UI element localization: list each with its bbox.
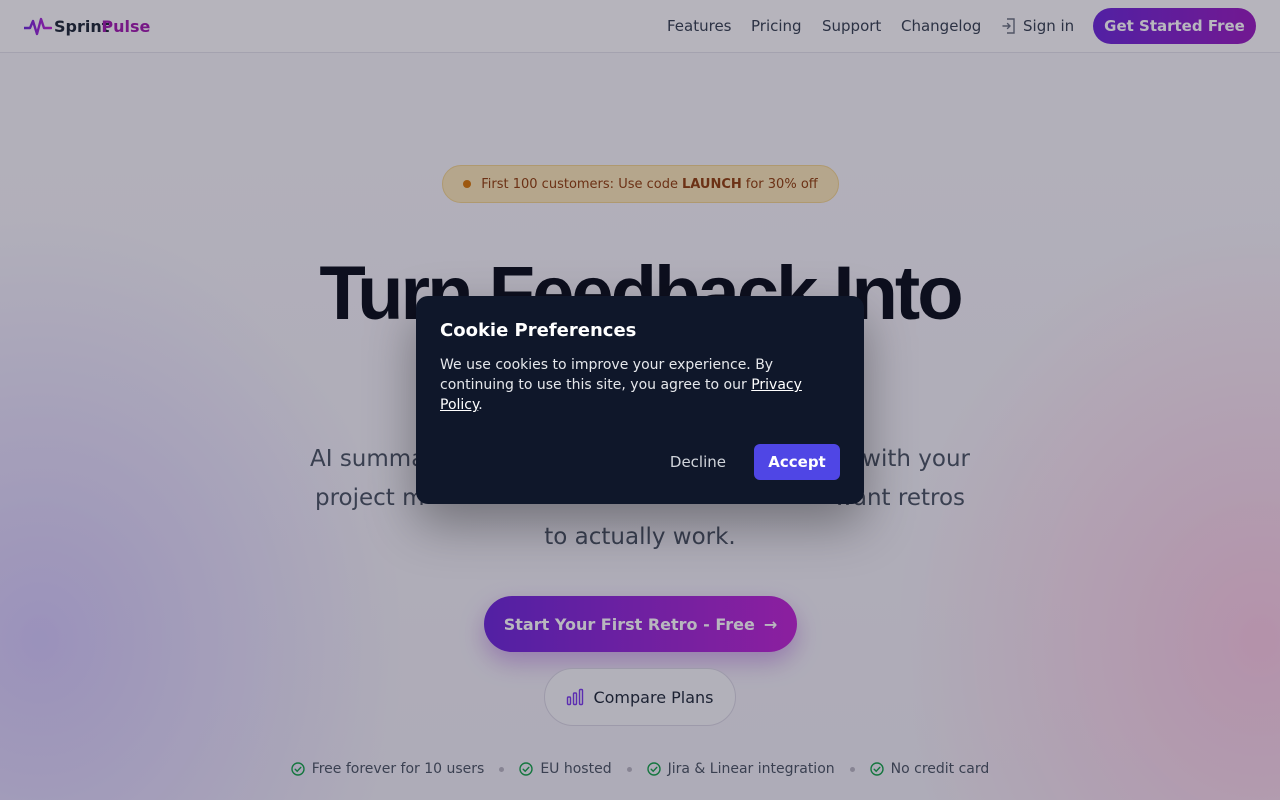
accept-button[interactable]: Accept: [754, 444, 840, 480]
cookie-preferences-dialog: Cookie Preferences We use cookies to imp…: [416, 296, 864, 504]
cookie-body-text: We use cookies to improve your experienc…: [440, 357, 774, 393]
decline-button[interactable]: Decline: [670, 453, 726, 471]
cookie-dialog-title: Cookie Preferences: [440, 320, 637, 341]
cookie-dialog-actions: Decline Accept: [670, 444, 840, 480]
cookie-body-period: .: [478, 397, 483, 413]
cookie-dialog-body: We use cookies to improve your experienc…: [440, 355, 830, 415]
